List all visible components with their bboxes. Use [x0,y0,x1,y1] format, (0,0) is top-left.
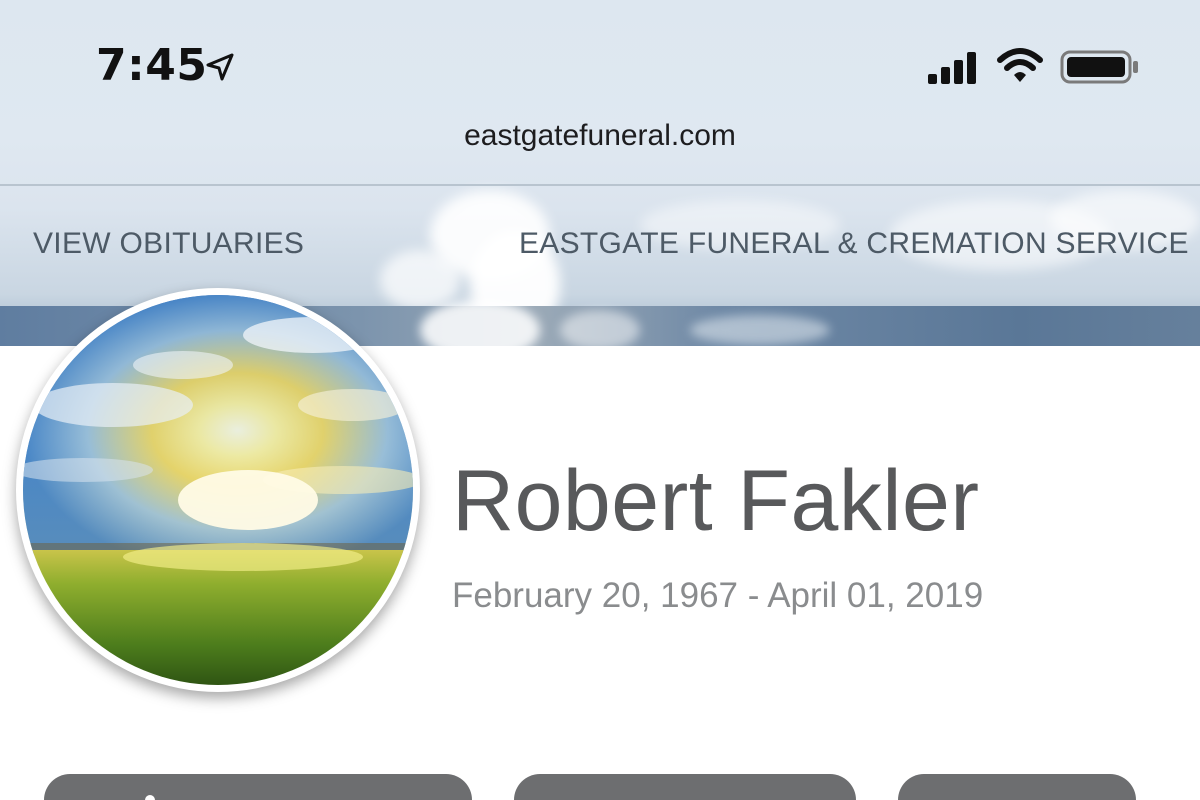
battery-icon [1060,50,1138,84]
url-display[interactable]: eastgatefuneral.com [0,116,1200,156]
deceased-name: Robert Fakler [452,453,980,549]
share-obituary-button[interactable] [44,774,472,800]
location-arrow-icon [206,53,234,81]
cellular-signal-icon [928,52,976,84]
action-button-2[interactable] [514,774,856,800]
wifi-icon [997,48,1043,82]
view-obituaries-link[interactable]: VIEW OBITUARIES [33,224,304,264]
share-icon [145,795,155,800]
life-dates: February 20, 1967 - April 01, 2019 [452,576,984,615]
obituary-profile-photo [16,288,420,692]
action-button-3[interactable] [898,774,1136,800]
status-time: 7:45 [96,40,208,91]
obituary-page: 7:45 eastgatefuneral.com VIEW OBITUARIES… [0,0,1200,800]
funeral-home-brand-link[interactable]: EASTGATE FUNERAL & CREMATION SERVICE [519,224,1189,264]
address-bar-divider [0,184,1200,186]
